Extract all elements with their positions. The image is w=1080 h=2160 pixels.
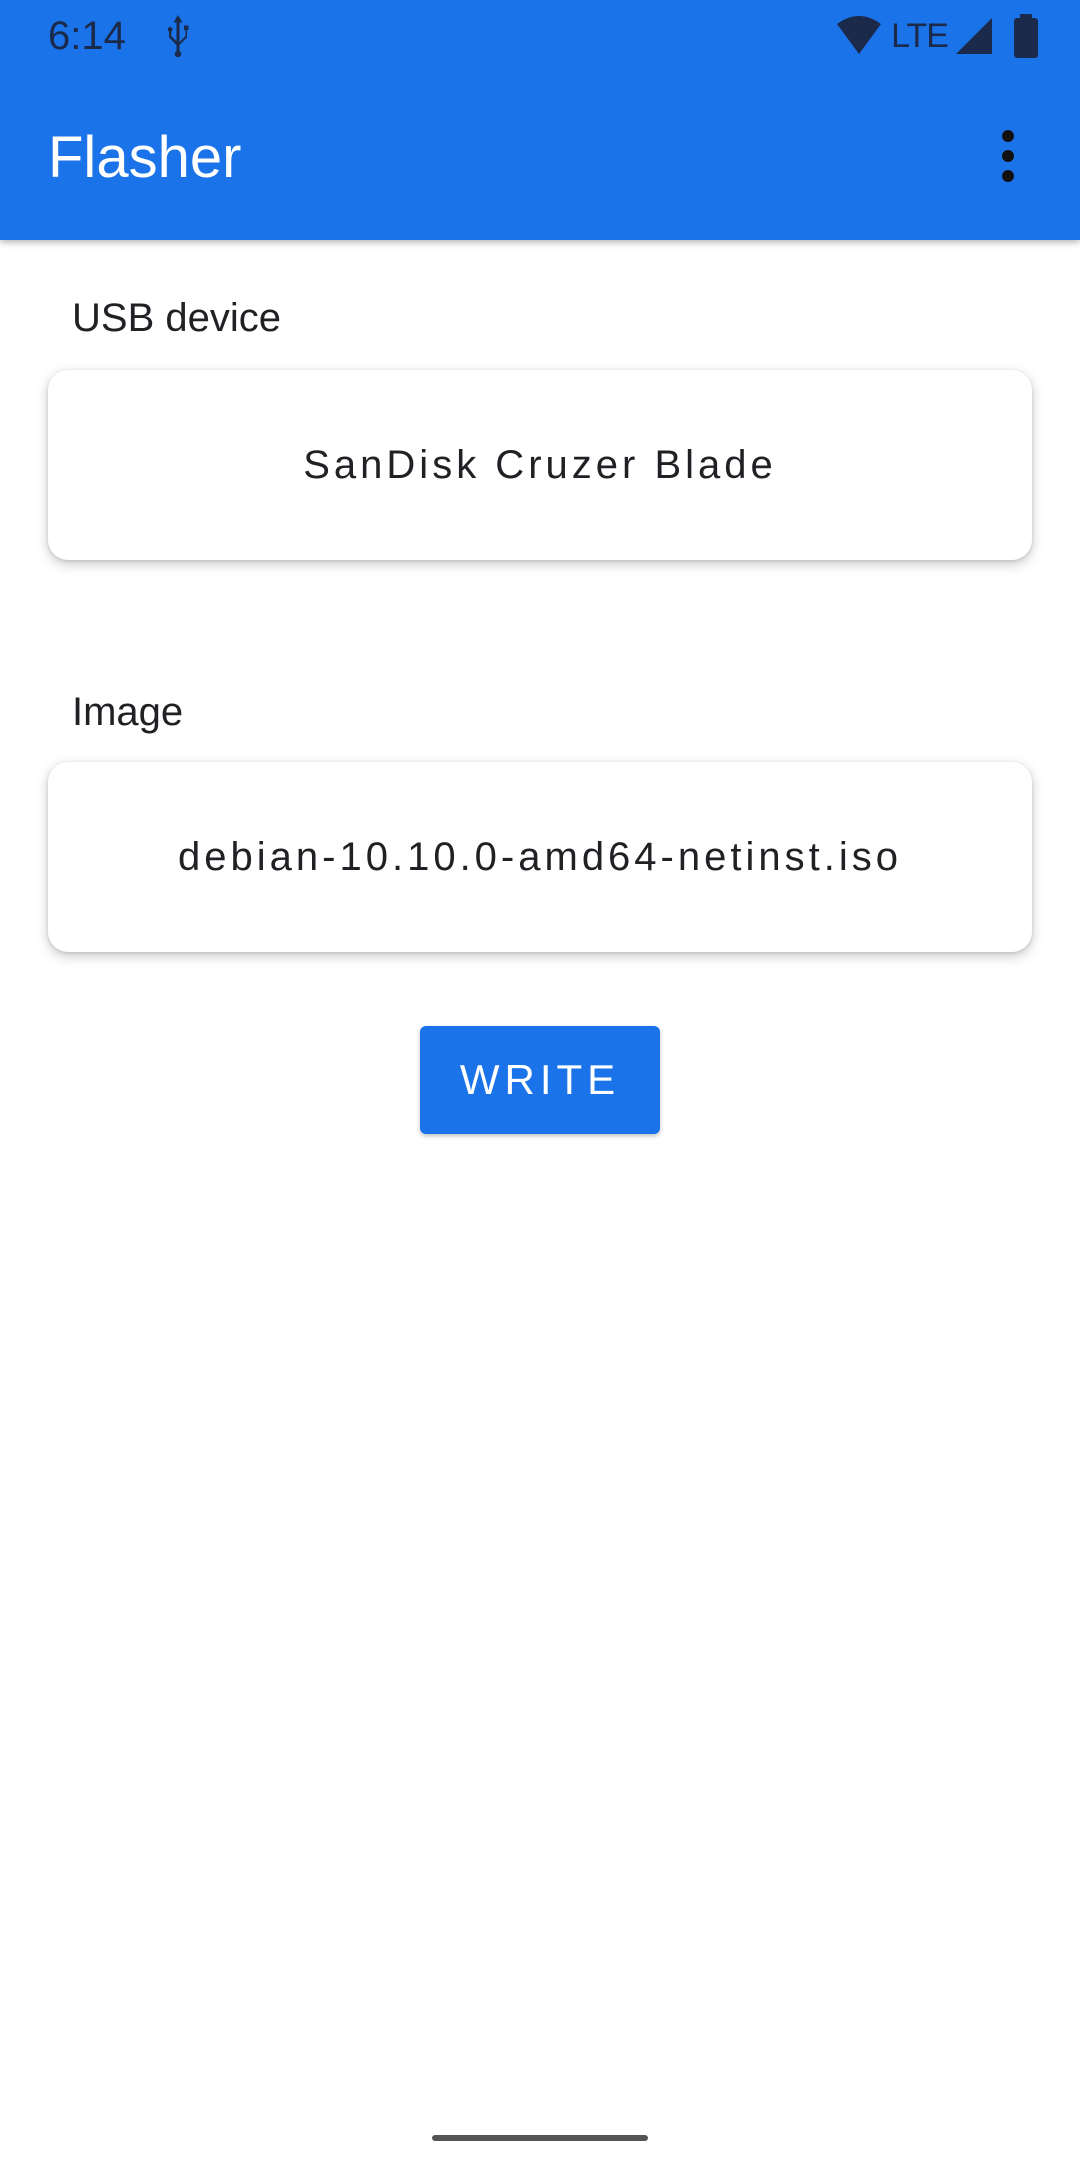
status-bar: 6:14 LTE	[0, 0, 1080, 72]
usb-device-label: USB device	[72, 296, 281, 340]
more-vert-icon	[1002, 130, 1014, 182]
write-button[interactable]: WRITE	[420, 1026, 660, 1134]
overflow-menu-button[interactable]	[976, 120, 1040, 192]
network-type-label: LTE	[891, 16, 949, 55]
wifi-icon	[837, 16, 882, 54]
status-icons: LTE	[835, 12, 1040, 60]
app-header: 6:14 LTE Flasher	[0, 0, 1080, 240]
usb-device-value: SanDisk Cruzer Blade	[303, 442, 777, 487]
image-label: Image	[72, 690, 184, 734]
status-time: 6:14	[48, 14, 126, 58]
app-title: Flasher	[48, 125, 242, 190]
image-value: debian-10.10.0-amd64-netinst.iso	[178, 834, 902, 879]
gesture-nav-handle[interactable]	[432, 2135, 648, 2141]
image-selector[interactable]: debian-10.10.0-amd64-netinst.iso	[48, 762, 1032, 952]
usb-icon	[167, 15, 189, 58]
battery-icon	[1014, 14, 1038, 58]
cellular-signal-icon	[956, 18, 992, 54]
usb-device-selector[interactable]: SanDisk Cruzer Blade	[48, 370, 1032, 560]
